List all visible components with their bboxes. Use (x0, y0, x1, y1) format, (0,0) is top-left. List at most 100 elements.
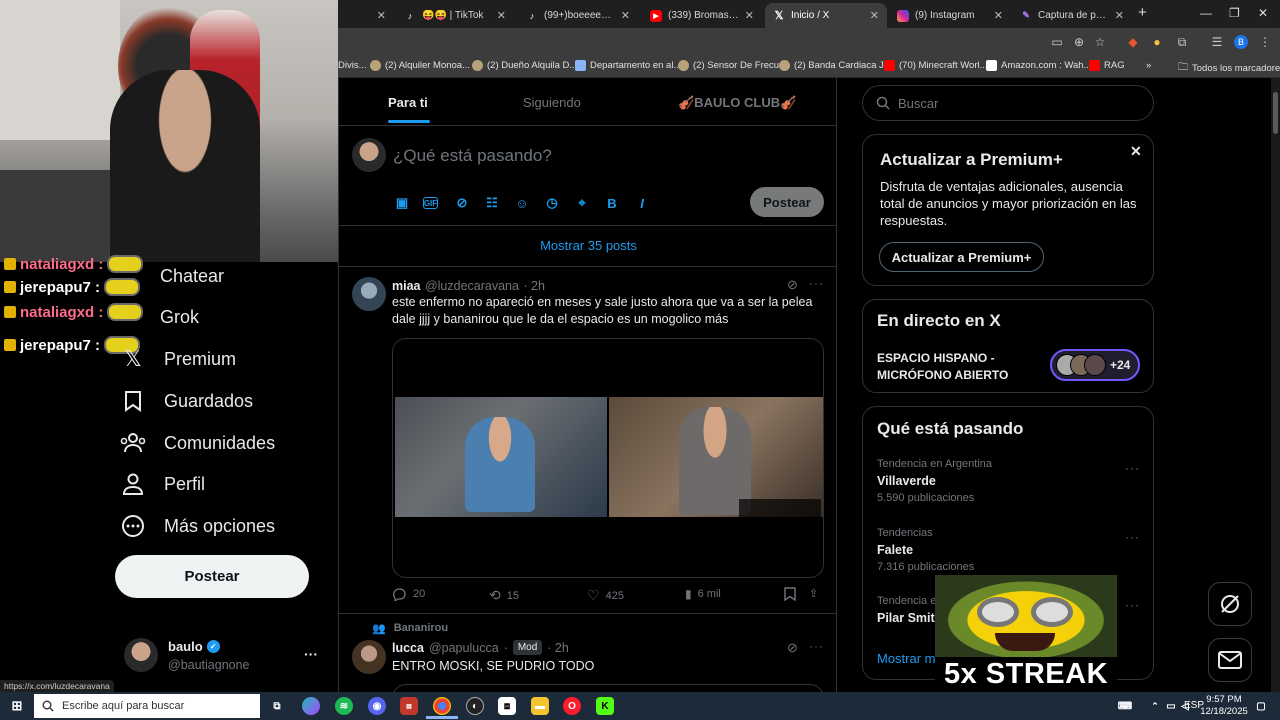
tab-siguiendo[interactable]: Siguiendo (523, 95, 581, 110)
grok-icon[interactable]: ⊘ (453, 194, 471, 212)
voice-app-icon[interactable]: ▤ (400, 697, 418, 715)
all-bookmarks-folder[interactable]: 🗀 Todos los marcadores (1178, 60, 1280, 77)
close-tab-icon[interactable]: ✕ (994, 9, 1003, 22)
nav-item-comunidades[interactable]: Comunidades (120, 426, 275, 460)
nav-item-chatear[interactable]: Chatear (160, 259, 224, 293)
search-input[interactable]: Buscar (862, 85, 1154, 121)
bookmark-item[interactable]: Divis... (338, 60, 367, 71)
extension-color-icon[interactable]: ● (1150, 35, 1164, 49)
close-tab-icon[interactable]: ✕ (377, 9, 386, 22)
maximize-icon[interactable]: ❐ (1229, 6, 1240, 20)
menu-kebab-icon[interactable]: ⋮ (1258, 35, 1272, 49)
scrollbar[interactable] (1271, 78, 1280, 692)
browser-tab-instagram[interactable]: (9) Instagram ✕ (889, 3, 1011, 28)
like-button[interactable]: ♡ 425 (587, 587, 624, 604)
space-name[interactable]: ESPACIO HISPANO - MICRÓFONO ABIERTO (877, 350, 1037, 384)
grok-icon[interactable]: ⊘ (787, 277, 798, 293)
bookmark-item[interactable]: (70) Minecraft Worl... (884, 60, 988, 71)
close-tab-icon[interactable]: ✕ (1115, 9, 1124, 22)
clock[interactable]: 9:57 PM 12/18/2025 (1200, 694, 1248, 718)
browser-tab-screenshot[interactable]: ✎ Captura de pantalla ✕ (1012, 3, 1132, 28)
messages-fab[interactable] (1208, 638, 1252, 682)
nav-item-mas-opciones[interactable]: Más opciones (120, 509, 275, 543)
bookmark-item[interactable]: RAG (1089, 60, 1125, 71)
compose-post-button[interactable]: Postear (750, 187, 824, 217)
trend-more-icon[interactable]: ··· (1125, 461, 1140, 475)
show-more-posts-link[interactable]: Mostrar 35 posts (339, 238, 836, 253)
kick-icon[interactable]: K (596, 697, 614, 715)
nav-item-perfil[interactable]: Perfil (120, 467, 205, 501)
nav-item-grok[interactable]: Grok (160, 300, 199, 334)
trend-item[interactable]: Tendencias Falete 7.316 publicaciones (877, 527, 974, 573)
nav-item-premium[interactable]: 𝕏 Premium (120, 342, 236, 376)
bookmark-item[interactable]: (2) Alquiler Monoa... (370, 60, 470, 71)
extensions-icon[interactable]: ⧉ (1175, 35, 1189, 49)
notifications-icon[interactable]: ▢ (1252, 697, 1270, 715)
close-tab-icon[interactable]: ✕ (621, 9, 630, 22)
task-view-icon[interactable]: ⧉ (268, 697, 286, 715)
tweet-author-name[interactable]: lucca (392, 641, 424, 655)
star-icon[interactable]: ☆ (1093, 35, 1107, 49)
gif-icon[interactable]: GIF (423, 197, 438, 209)
schedule-icon[interactable]: ◷ (543, 194, 561, 212)
opera-icon[interactable]: O (563, 697, 581, 715)
compose-input[interactable]: ¿Qué está pasando? (393, 146, 552, 166)
bookmark-item[interactable]: Amazon.com : Wah... (986, 60, 1091, 71)
italic-icon[interactable]: I (633, 194, 651, 212)
tweet-more-icon[interactable]: ··· (809, 639, 824, 653)
close-icon[interactable]: ✕ (1130, 143, 1142, 160)
media-controls-icon[interactable]: ☰ (1210, 35, 1224, 49)
browser-tab-tiktok[interactable]: ♪ 😝😝 | TikTok ✕ (396, 3, 514, 28)
chrome-icon[interactable] (433, 697, 451, 715)
account-more-icon[interactable]: ··· (304, 646, 318, 662)
post-button[interactable]: Postear (115, 555, 309, 598)
emoji-icon[interactable]: ☺ (513, 194, 531, 212)
tweet-time[interactable]: · 2h (523, 279, 545, 293)
minimize-icon[interactable]: — (1200, 6, 1212, 20)
bookmark-item[interactable]: Departamento en al... (575, 60, 681, 71)
tweet-video[interactable] (392, 338, 824, 578)
views-button[interactable]: ▮ 6 mil (685, 587, 721, 601)
browser-tab-youtube[interactable]: ▶ (339) Bromas con Ga ✕ (642, 3, 762, 28)
tab-para-ti[interactable]: Para ti (388, 95, 428, 110)
file-explorer-icon[interactable]: ▬ (531, 697, 549, 715)
extension-fox-icon[interactable]: ◆ (1126, 35, 1140, 49)
bookmarks-overflow-icon[interactable]: » (1146, 60, 1151, 71)
grok-fab[interactable] (1208, 582, 1252, 626)
reply-button[interactable]: 20 (392, 587, 425, 601)
trend-more-icon[interactable]: ··· (1125, 598, 1140, 612)
cast-icon[interactable]: ▭ (1050, 35, 1064, 49)
trend-more-icon[interactable]: ··· (1125, 530, 1140, 544)
bookmark-item[interactable]: (2) Dueño Alquila D... (472, 60, 577, 71)
browser-tab-tiktok-2[interactable]: ♪ (99+)boeeeeeee #fyp ✕ (518, 3, 638, 28)
space-listeners-pill[interactable]: +24 (1050, 349, 1140, 381)
taskbar-search-input[interactable]: Escribe aquí para buscar (34, 694, 260, 718)
discord-icon[interactable]: ◉ (368, 697, 386, 715)
poll-icon[interactable]: ☷ (483, 194, 501, 212)
obs-icon[interactable]: ◐ (466, 697, 484, 715)
tweet-media-preview[interactable] (392, 684, 824, 692)
trend-item[interactable]: Tendencia e Pilar Smit (877, 595, 936, 625)
profile-avatar-icon[interactable]: B (1234, 35, 1248, 49)
nav-item-guardados[interactable]: Guardados (120, 384, 253, 418)
tweet-author-handle[interactable]: @luzdecaravana (425, 279, 519, 293)
spotify-icon[interactable]: ≋ (335, 697, 353, 715)
tweet-more-icon[interactable]: ··· (809, 276, 824, 290)
image-icon[interactable]: ▣ (393, 194, 411, 212)
location-icon[interactable]: ⌖ (573, 194, 591, 212)
grok-icon[interactable]: ⊘ (787, 640, 798, 656)
copilot-icon[interactable] (302, 697, 320, 715)
close-tab-icon[interactable]: ✕ (745, 9, 754, 22)
bookmark-icon[interactable] (784, 587, 796, 601)
trend-item[interactable]: Tendencia en Argentina Villaverde 5.590 … (877, 458, 992, 504)
bold-icon[interactable]: B (603, 194, 621, 212)
scrollbar-thumb[interactable] (1273, 92, 1278, 134)
zoom-icon[interactable]: ⊕ (1072, 35, 1086, 49)
windows-start-icon[interactable]: ⊞ (8, 697, 26, 715)
tweet-author-handle[interactable]: @papulucca (429, 641, 499, 655)
share-icon[interactable]: ⇪ (809, 587, 818, 600)
tweet-author-name[interactable]: miaa (392, 279, 421, 293)
browser-tab-x-active[interactable]: 𝕏 Inicio / X ✕ (765, 3, 887, 28)
close-window-icon[interactable]: ✕ (1258, 6, 1268, 20)
keyboard-icon[interactable]: ⌨ (1116, 697, 1134, 715)
